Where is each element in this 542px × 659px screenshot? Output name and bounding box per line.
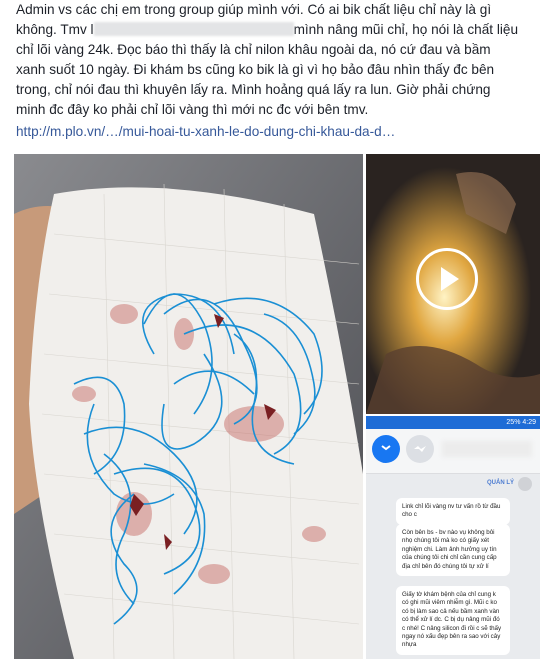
chat-message: Giấy tờ khám bệnh của chỉ cung k có ghi …	[396, 586, 510, 655]
status-bar: 25% 4:29	[366, 416, 540, 429]
play-icon	[441, 267, 459, 291]
video-thumbnail[interactable]	[366, 154, 540, 414]
avatar	[518, 477, 532, 491]
play-button[interactable]	[416, 248, 478, 310]
post-line: minh đc đây ko phải chỉ lõi vàng thì mới…	[16, 102, 369, 117]
chat-header	[366, 429, 540, 474]
manager-label: QUẢN LÝ	[487, 480, 514, 486]
post-line: chỉ lõi vàng 24k. Đọc báo thì thấy là ch…	[16, 42, 491, 57]
redacted-contact-name	[442, 441, 532, 457]
post-line: Admin vs các chị em trong group giúp mìn…	[16, 2, 492, 17]
chat-message: Link chỉ lõi vàng nv tư vấn rồ từ đầu ch…	[396, 498, 510, 525]
chat-screenshot[interactable]: 25% 4:29 QUẢN LÝ Link chỉ lõi vàng nv tư…	[366, 416, 540, 659]
post-line-fragment: mình nâng mũi chỉ, họ nói là chất liệu	[293, 22, 519, 37]
post-line-fragment: không. Tmv l	[16, 22, 94, 37]
thread-photo-image	[14, 154, 363, 659]
call-icon	[372, 435, 400, 463]
thread-photo[interactable]	[14, 154, 363, 659]
post-line: trong, chỉ nói đau thì khuyên lấy ra. Mì…	[16, 82, 491, 97]
post-text: Admin vs các chị em trong group giúp mìn…	[16, 0, 531, 120]
manager-row: QUẢN LÝ	[366, 474, 540, 496]
chat-message: Còn bên bs - bv nào vụ không bôi nhọ chú…	[396, 524, 510, 577]
post-line: không. Tmv l mình nâng mũi chỉ, họ nói là…	[16, 20, 531, 40]
messenger-icon	[406, 435, 434, 463]
post-line: xanh suốt 10 ngày. Đi khám bs cũng ko bi…	[16, 62, 495, 77]
article-link[interactable]: http://m.plo.vn/…/mui-hoai-tu-xanh-le-do…	[16, 122, 531, 142]
redacted-name	[93, 22, 294, 36]
